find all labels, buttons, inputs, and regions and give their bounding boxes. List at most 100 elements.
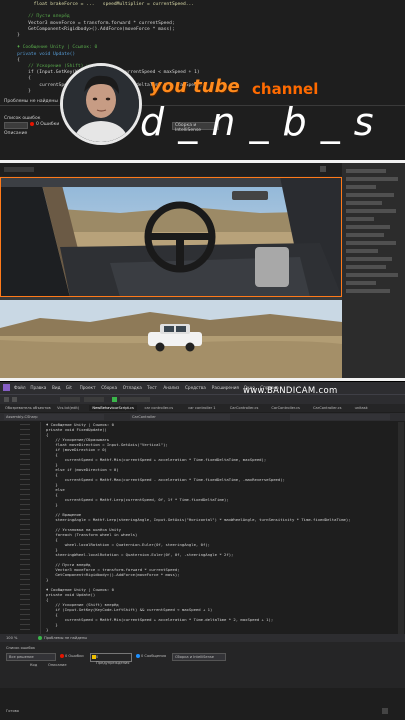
nav-project-label: Assembly-CSharp (6, 415, 38, 419)
inspector-row[interactable] (346, 249, 378, 253)
vs-logo-icon (3, 384, 10, 391)
editor-tab[interactable]: car controller.cs (142, 405, 177, 411)
problems-status[interactable]: Проблемы не найдены (44, 635, 87, 641)
back-icon[interactable] (4, 397, 9, 402)
channel-avatar (60, 63, 142, 145)
nav-project-dropdown[interactable]: Assembly-CSharp (4, 414, 104, 420)
vs-tab-strip: Обозреватель объектов Vcs.txt(edit) NewBeh… (0, 404, 405, 412)
errors-filter[interactable]: 0 Ошибки (65, 653, 84, 659)
scope-label: Все решение (9, 655, 34, 659)
menu-item[interactable]: Вид (52, 385, 61, 390)
inspector-row[interactable] (346, 241, 396, 245)
code-line: Vector3 moveForce = transform.forward * … (6, 20, 175, 26)
editor-status-strip: 100 % Проблемы не найдены (0, 634, 405, 642)
inspector-row[interactable] (346, 265, 386, 269)
unity-toolbar-button[interactable] (320, 166, 326, 172)
code-line: GetComponent<Rigidbody>().AddForce(moveF… (6, 26, 175, 32)
code-line: { (6, 76, 31, 82)
inspector-row[interactable] (346, 185, 376, 189)
menu-item[interactable]: Сборка (101, 385, 117, 390)
error-icon (60, 654, 64, 658)
description-column-header[interactable]: Описание (48, 662, 67, 668)
description-column[interactable]: Описание (4, 131, 27, 136)
code-column-header[interactable]: Код (30, 662, 37, 668)
scope-dropdown[interactable]: Все решение (6, 653, 56, 661)
code-line: foreach (Transform wheel in wheels) (46, 532, 138, 537)
editor-tab[interactable]: unitask (352, 405, 371, 411)
inspector-panel (342, 163, 405, 378)
info-icon (136, 654, 140, 658)
nav-member-dropdown[interactable] (290, 414, 390, 420)
error-list-panel: Список ошибок Все решение 0 Ошибки 0 Пре… (0, 642, 405, 688)
scope-dropdown[interactable] (4, 122, 28, 129)
code-line: currentSpeed = Mathf.Min(currentSpeed + … (46, 617, 274, 622)
code-line: ♦ Сообщение Unity | Ссылок: 0 (6, 45, 98, 51)
build-dropdown[interactable]: Сборка и IntelliSense (172, 653, 226, 661)
menu-item[interactable]: Расширения (212, 385, 239, 390)
code-editor[interactable]: ♦ Сообщение Unity | Ссылок: 0 private voi… (0, 422, 405, 634)
menu-item[interactable]: Проект (80, 385, 96, 390)
code-line: float brakeForce = ... speedMultiplier =… (6, 2, 195, 7)
inspector-row[interactable] (346, 273, 398, 277)
code-line: currentSpeed = Mathf.Max(currentSpeed - … (46, 477, 285, 482)
inspector-row[interactable] (346, 177, 398, 181)
platform-dropdown[interactable] (84, 397, 104, 402)
errors-count[interactable]: 0 Ошибки (36, 122, 59, 127)
code-line: if (Input.GetKey(KeyCode.LeftShift) && c… (46, 607, 213, 612)
code-line: } (46, 577, 49, 582)
editor-tab[interactable]: car controller 1 (185, 405, 218, 411)
inspector-row[interactable] (346, 225, 390, 229)
editor-tab[interactable]: NewBehaviourScript.cs (89, 405, 137, 411)
inspector-row[interactable] (346, 193, 394, 197)
code-line: currentSpeed = Mathf.Lerp(currentSpeed, … (46, 497, 229, 502)
messages-filter[interactable]: 0 Сообщения (141, 653, 166, 659)
channel-name: d _ n _ b _ s (140, 100, 375, 144)
attach-unity-button[interactable] (120, 397, 150, 402)
menu-item[interactable]: Файл (14, 385, 26, 390)
editor-tab[interactable]: CarController.cs (268, 405, 303, 411)
menu-item[interactable]: Тест (147, 385, 157, 390)
code-line: currentSpeed = Mathf.Min(currentSpeed + … (46, 457, 267, 462)
editor-scrollbar[interactable] (398, 422, 404, 634)
white-divider-bottom (0, 378, 405, 381)
warnings-filter-box[interactable]: 0 Предупреждения (90, 653, 132, 665)
code-line: } (46, 502, 58, 507)
nav-class-label: CarController (132, 415, 156, 419)
code-line: private void Update() (46, 592, 96, 597)
code-line: } (46, 627, 49, 632)
nav-class-dropdown[interactable]: CarController (130, 414, 230, 420)
unity-toolbar-tools[interactable] (4, 167, 34, 172)
editor-tab[interactable]: CarController.cs (227, 405, 262, 411)
menu-item[interactable]: Отладка (123, 385, 142, 390)
menu-item[interactable]: Анализ (163, 385, 179, 390)
editor-tab[interactable]: Обозреватель объектов (2, 405, 54, 411)
inspector-row[interactable] (346, 217, 374, 221)
editor-tab[interactable]: CarController.cs (310, 405, 345, 411)
inspector-row[interactable] (346, 281, 376, 285)
menu-item[interactable]: Средства (185, 385, 206, 390)
code-line: GetComponent<Rigidbody>().AddForce(moveF… (46, 572, 180, 577)
play-icon[interactable] (112, 397, 117, 402)
inspector-row[interactable] (346, 209, 396, 213)
forward-icon[interactable] (12, 397, 17, 402)
code-line: steeringWheel.localRotation = Quaternion… (46, 552, 234, 557)
problems-label: Проблемы не найдены (4, 99, 58, 104)
inspector-row[interactable] (346, 169, 386, 173)
config-dropdown[interactable] (60, 397, 80, 402)
game-view[interactable] (0, 177, 342, 297)
editor-tab[interactable]: Vcs.txt(edit) (54, 405, 82, 411)
inspector-row[interactable] (346, 233, 384, 237)
menu-item[interactable]: Git (66, 385, 72, 390)
scene-view[interactable] (0, 300, 342, 378)
notifications-icon[interactable] (382, 708, 388, 714)
inspector-row[interactable] (346, 201, 382, 205)
inspector-row[interactable] (346, 257, 392, 261)
inspector-row[interactable] (346, 289, 390, 293)
logo-you-tube-text: you tube (150, 76, 240, 97)
code-line: } (6, 88, 31, 94)
menu-item[interactable]: Правка (30, 385, 46, 390)
avatar-portrait-icon (63, 66, 139, 142)
code-editor-top: float brakeForce = ... speedMultiplier =… (0, 0, 405, 160)
zoom-level[interactable]: 100 % (6, 635, 17, 641)
visual-studio: Файл Правка Вид Git Проект Сборка Отладка Тест А… (0, 382, 405, 720)
